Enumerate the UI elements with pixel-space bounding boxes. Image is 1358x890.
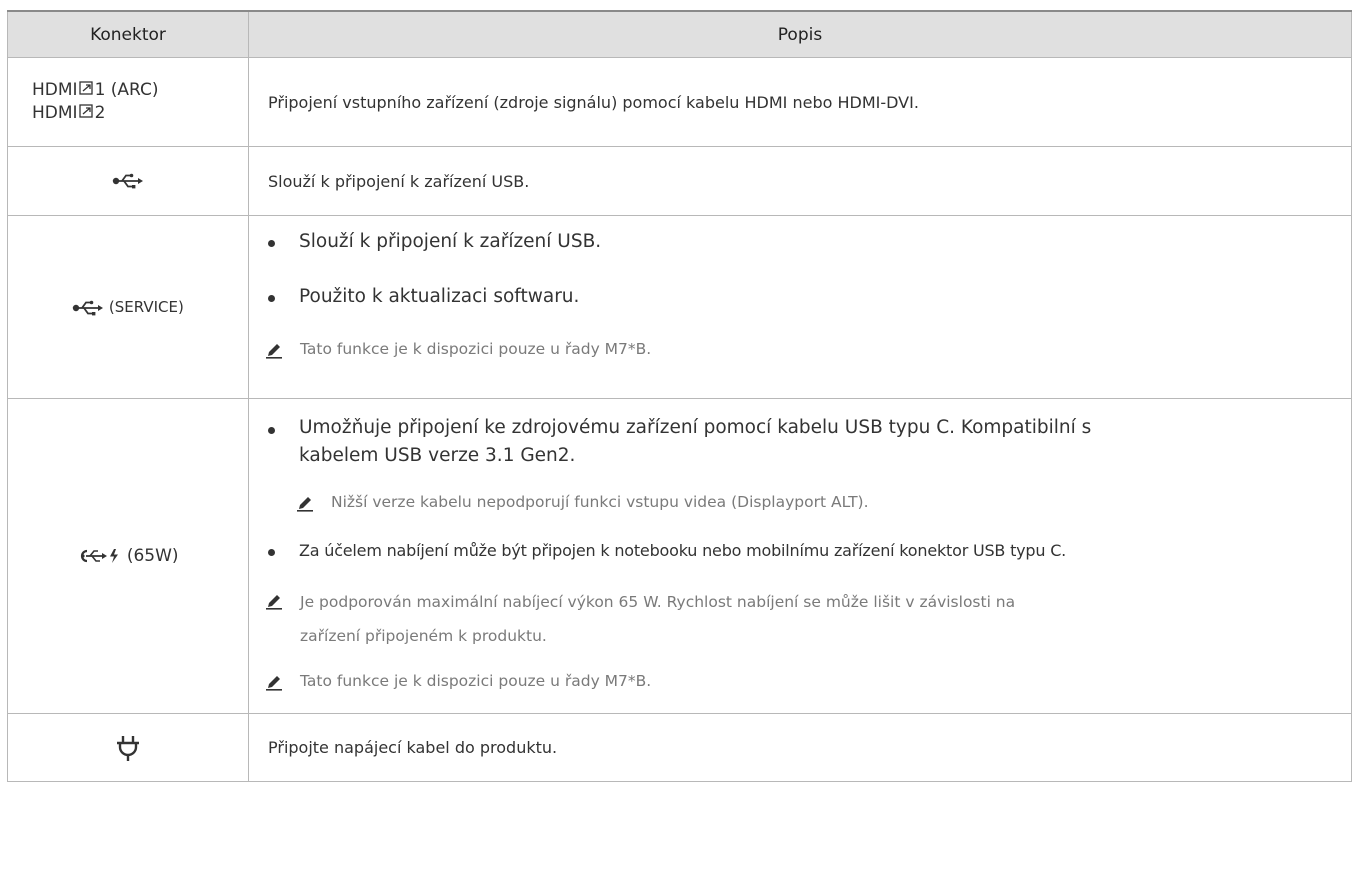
connector-cell	[7, 146, 249, 216]
table-row: Slouží k připojení k zařízení USB.	[7, 146, 1352, 216]
pencil-icon	[266, 595, 282, 610]
list-item: Za účelem nabíjení může být připojen k n…	[249, 536, 1351, 566]
note: Tato funkce je k dispozici pouze u řady …	[249, 666, 1351, 696]
description-cell: Umožňuje připojení ke zdrojovému zařízen…	[248, 398, 1352, 714]
connector-cell: HDMI 1 (ARC) HDMI 2	[7, 57, 249, 147]
usb-icon	[72, 300, 104, 315]
pencil-icon	[266, 676, 282, 691]
hdmi-source-icon	[78, 103, 93, 118]
connector-cell: (65W)	[7, 398, 249, 714]
hdmi1-label: HDMI 1 (ARC)	[32, 80, 159, 100]
table-row: (65W) Umožňuje připojení ke zdrojovému z…	[7, 398, 1352, 714]
connector-suffix: (SERVICE)	[108, 298, 184, 316]
list-item: Slouží k připojení k zařízení USB.	[249, 227, 1351, 257]
list-item: Umožňuje připojení ke zdrojovému zařízen…	[249, 414, 1351, 470]
usb-icon	[112, 173, 143, 189]
table-row: (SERVICE) Slouží k připojení k zařízení …	[7, 215, 1352, 399]
list-item: Použito k aktualizaci softwaru.	[249, 282, 1351, 312]
header-connector: Konektor	[7, 11, 249, 58]
header-description: Popis	[248, 11, 1352, 58]
connector-cell: (SERVICE)	[7, 215, 249, 399]
connector-suffix: (65W)	[126, 546, 179, 566]
connector-cell	[7, 713, 249, 782]
description-cell: Připojení vstupního zařízení (zdroje sig…	[248, 57, 1352, 147]
note: Tato funkce je k dispozici pouze u řady …	[249, 334, 1351, 364]
pencil-icon	[266, 344, 282, 359]
table-header-row: Konektor Popis	[7, 11, 1352, 58]
note: Je podporován maximální nabíjecí výkon 6…	[249, 585, 1351, 653]
hdmi-source-icon	[78, 80, 93, 95]
description-cell: Připojte napájecí kabel do produktu.	[248, 713, 1352, 782]
connector-table: Konektor Popis HDMI 1 (ARC) HDMI 2 Připoje…	[7, 10, 1352, 782]
hdmi2-label: HDMI 2	[32, 103, 106, 123]
table-row: HDMI 1 (ARC) HDMI 2 Připojení vstupního za…	[7, 57, 1352, 147]
description-cell: Slouží k připojení k zařízení USB.	[248, 146, 1352, 216]
table-row: Připojte napájecí kabel do produktu.	[7, 713, 1352, 782]
usb-c-charge-icon	[81, 549, 119, 563]
note: Nižší verze kabelu nepodporují funkci vs…	[249, 487, 1351, 517]
power-plug-icon	[117, 735, 139, 761]
pencil-icon	[297, 497, 313, 512]
description-cell: Slouží k připojení k zařízení USB. Použi…	[248, 215, 1352, 399]
